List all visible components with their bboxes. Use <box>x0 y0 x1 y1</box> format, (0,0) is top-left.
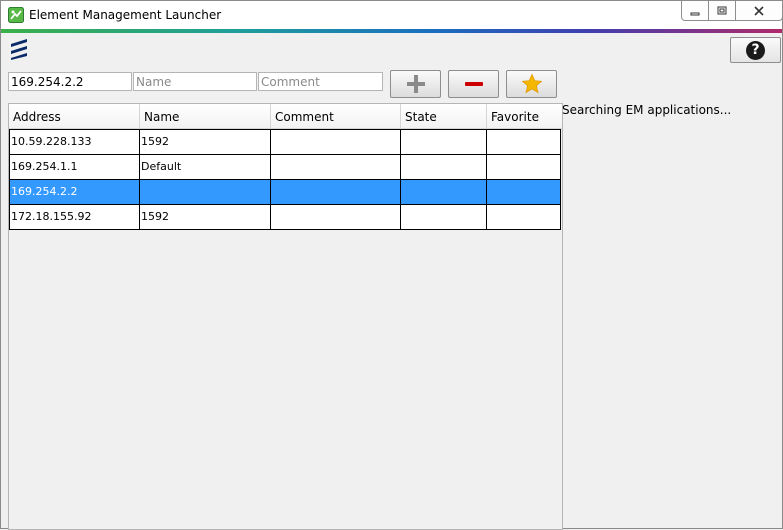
cell-state <box>401 130 487 154</box>
table-row[interactable]: 169.254.1.1 Default <box>10 154 560 179</box>
table-row[interactable]: 172.18.155.92 1592 <box>10 204 560 229</box>
cell-favorite <box>487 205 562 229</box>
minimize-button[interactable] <box>681 1 709 21</box>
cell-comment <box>271 180 401 204</box>
accent-bar <box>1 29 782 33</box>
cell-name <box>140 180 271 204</box>
favorite-button[interactable] <box>506 70 557 98</box>
cell-favorite <box>487 130 562 154</box>
column-header-address[interactable]: Address <box>9 104 140 128</box>
column-header-name[interactable]: Name <box>140 104 271 128</box>
cell-favorite <box>487 180 562 204</box>
cell-favorite <box>487 155 562 179</box>
cell-address: 169.254.2.2 <box>10 180 140 204</box>
em-table[interactable]: Address Name Comment State Favorite 10.5… <box>8 103 563 530</box>
minimize-icon <box>690 12 700 15</box>
cell-name: 1592 <box>140 130 271 154</box>
cell-state <box>401 205 487 229</box>
minus-icon <box>464 82 483 86</box>
remove-button[interactable] <box>448 70 499 98</box>
maximize-button[interactable] <box>708 1 736 21</box>
cell-address: 172.18.155.92 <box>10 205 140 229</box>
title-bar[interactable]: Element Management Launcher <box>1 1 783 29</box>
cell-state <box>401 180 487 204</box>
cell-comment <box>271 205 401 229</box>
app-icon <box>8 7 24 23</box>
close-button[interactable] <box>735 1 783 21</box>
close-icon <box>754 5 764 16</box>
table-header: Address Name Comment State Favorite <box>9 104 562 129</box>
star-icon <box>521 73 542 94</box>
app-window: Element Management Launcher ? 169.254.2.… <box>0 0 783 530</box>
maximize-icon <box>717 6 727 14</box>
table-body: 10.59.228.133 1592 169.254.1.1 Default 1… <box>9 129 561 230</box>
help-icon: ? <box>746 40 765 60</box>
cell-name: Default <box>140 155 271 179</box>
table-row[interactable]: 10.59.228.133 1592 <box>10 130 560 154</box>
help-button[interactable]: ? <box>730 37 781 63</box>
plus-icon <box>406 75 425 93</box>
comment-input[interactable] <box>258 72 383 91</box>
cell-address: 169.254.1.1 <box>10 155 140 179</box>
name-input[interactable] <box>133 72 257 91</box>
cell-comment <box>271 155 401 179</box>
table-row-selected[interactable]: 169.254.2.2 <box>10 179 560 204</box>
cell-address: 10.59.228.133 <box>10 130 140 154</box>
add-button[interactable] <box>390 70 441 98</box>
status-text: Searching EM applications... <box>562 103 732 117</box>
column-header-comment[interactable]: Comment <box>271 104 401 128</box>
window-title: Element Management Launcher <box>29 8 222 22</box>
cell-state <box>401 155 487 179</box>
address-input[interactable] <box>8 72 132 91</box>
column-header-favorite[interactable]: Favorite <box>487 104 562 128</box>
ericsson-logo-icon <box>11 39 27 60</box>
cell-comment <box>271 130 401 154</box>
column-header-state[interactable]: State <box>401 104 487 128</box>
cell-name: 1592 <box>140 205 271 229</box>
